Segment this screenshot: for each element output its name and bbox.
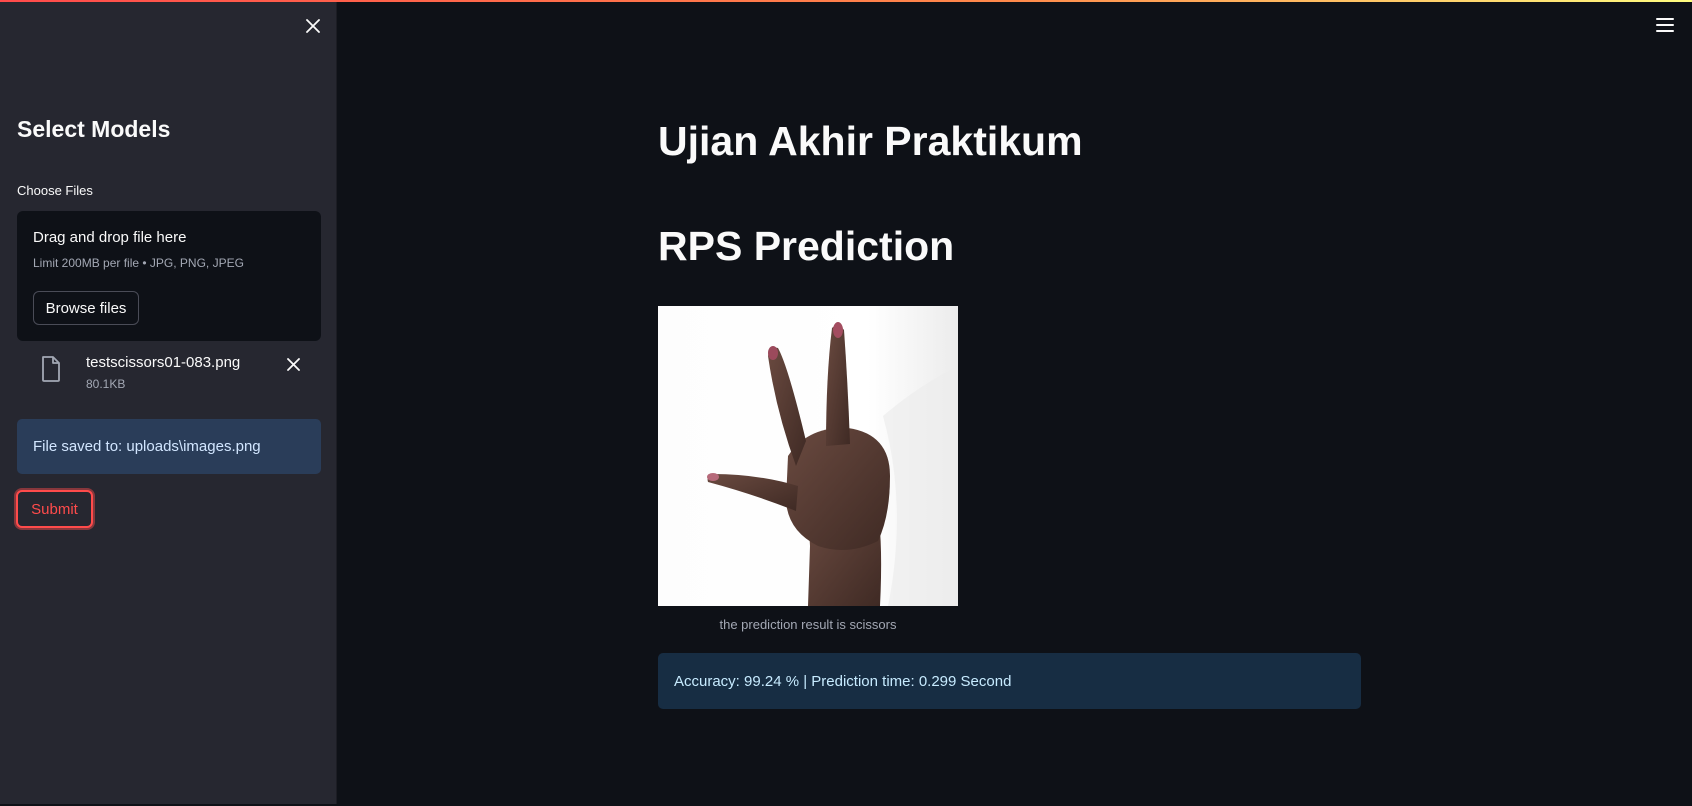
dropzone-limit-text: Limit 200MB per file • JPG, PNG, JPEG bbox=[33, 256, 244, 270]
browse-files-button[interactable]: Browse files bbox=[33, 291, 139, 325]
dropzone-title: Drag and drop file here bbox=[33, 229, 187, 246]
close-icon bbox=[286, 357, 300, 371]
hamburger-menu-icon bbox=[1656, 18, 1674, 20]
hamburger-menu-icon-line bbox=[1656, 30, 1674, 32]
uploaded-hand-image bbox=[658, 306, 958, 606]
remove-file-button[interactable] bbox=[283, 354, 303, 374]
file-dropzone[interactable]: Drag and drop file here Limit 200MB per … bbox=[17, 211, 321, 341]
uploaded-file-size: 80.1KB bbox=[86, 377, 126, 391]
sidebar-title: Select Models bbox=[17, 116, 171, 142]
prediction-result-alert: Accuracy: 99.24 % | Prediction time: 0.2… bbox=[658, 653, 1361, 709]
app: Select Models Choose Files Drag and drop… bbox=[0, 0, 1692, 806]
sidebar: Select Models Choose Files Drag and drop… bbox=[0, 0, 337, 804]
close-icon bbox=[306, 19, 320, 33]
file-uploader-label: Choose Files bbox=[17, 183, 93, 198]
uploaded-file-name: testscissors01-083.png bbox=[86, 354, 241, 371]
hamburger-menu-icon-line bbox=[1656, 24, 1674, 26]
file-icon bbox=[42, 356, 60, 382]
page-subtitle: RPS Prediction bbox=[658, 223, 955, 269]
submit-button[interactable]: Submit bbox=[16, 490, 93, 528]
uploaded-file-item: testscissors01-083.png 80.1KB bbox=[17, 350, 321, 398]
file-saved-info-alert: File saved to: uploads\images.png bbox=[17, 419, 321, 474]
page-title: Ujian Akhir Praktikum bbox=[658, 118, 1083, 164]
sidebar-close-button[interactable] bbox=[301, 14, 325, 38]
image-caption: the prediction result is scissors bbox=[719, 617, 897, 632]
main-menu-button[interactable] bbox=[1655, 16, 1675, 34]
top-decoration-bar bbox=[0, 0, 1692, 2]
scissors-hand-image bbox=[658, 306, 958, 606]
